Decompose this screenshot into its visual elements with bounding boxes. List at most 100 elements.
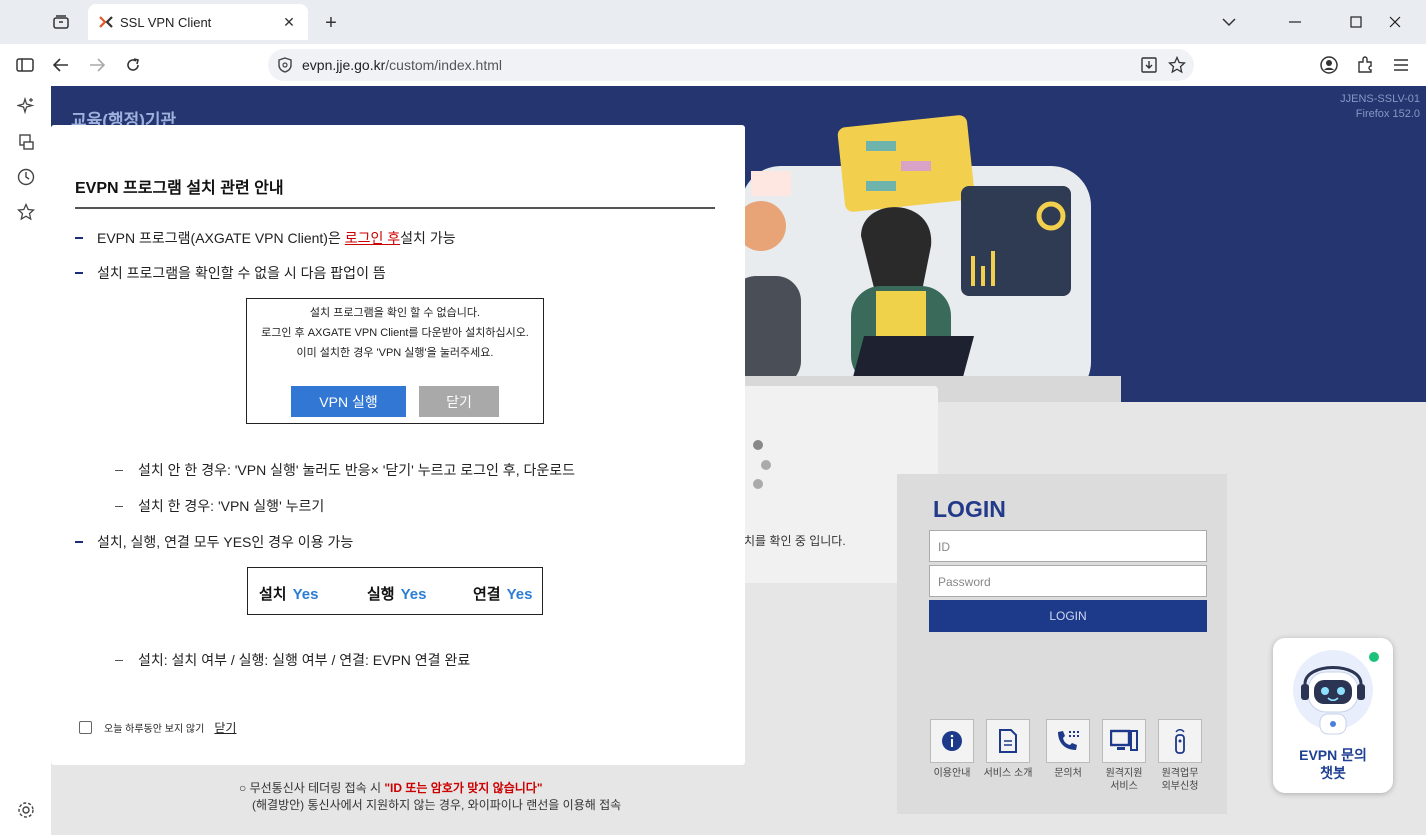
service-remote-work[interactable]: 원격업무 외부신청 xyxy=(1157,719,1203,793)
extensions-icon[interactable] xyxy=(1352,52,1378,78)
service-label-line: 서비스 xyxy=(1110,781,1138,792)
status-label: 연결 xyxy=(473,586,501,603)
sub-dash xyxy=(115,469,123,471)
sub-text: 설치 한 경우: 'VPN 실행' 누르기 xyxy=(138,498,325,514)
bookmark-star-icon[interactable] xyxy=(1166,54,1188,76)
url-text: evpn.jje.go.kr/custom/index.html xyxy=(302,57,502,73)
browser-sidebar xyxy=(0,86,51,835)
service-label: 서비스 소개 xyxy=(983,768,1033,779)
menu-hamburger-icon[interactable] xyxy=(1388,52,1414,78)
reload-icon[interactable] xyxy=(120,52,146,78)
bullet-text-post: 설치 가능 xyxy=(400,230,456,246)
login-button[interactable]: LOGIN xyxy=(929,600,1207,632)
service-info[interactable]: 이용안내 xyxy=(929,719,975,780)
status-sample: 설치 Yes 실행 Yes 연결 Yes xyxy=(247,567,543,615)
service-label-line: 원격지원 xyxy=(1105,768,1143,779)
sample-popup-buttons: VPN 실행 닫기 xyxy=(247,386,543,417)
active-tab[interactable]: SSL VPN Client ✕ xyxy=(88,4,308,40)
bookmarks-star-icon[interactable] xyxy=(14,200,38,224)
phone-icon xyxy=(1046,719,1090,763)
hero-info-line2: Firefox 152.0 xyxy=(1355,108,1420,120)
modal-title: EVPN 프로그램 설치 관련 안내 xyxy=(75,180,284,197)
dont-show-today-checkbox[interactable] xyxy=(79,721,92,734)
ai-sparkle-icon[interactable] xyxy=(14,94,38,118)
bullet-text: EVPN 프로그램(AXGATE VPN Client)은 로그인 후설치 가능 xyxy=(97,228,456,248)
notice-line-2: (해결방안) 통신사에서 지원하지 않는 경우, 와이파이나 랜선을 이용해 접… xyxy=(252,798,622,812)
minimize-icon[interactable] xyxy=(1280,8,1310,36)
chatbot-widget[interactable]: EVPN 문의 챗봇 xyxy=(1273,638,1393,793)
install-guide-modal: EVPN 프로그램 설치 관련 안내 EVPN 프로그램(AXGATE VPN … xyxy=(51,125,745,765)
download-icon[interactable] xyxy=(1138,54,1160,76)
hero-client-info: JJENS-SSLV-01 Firefox 152.0 xyxy=(1340,92,1420,122)
popup-line: 이미 설치한 경우 'VPN 실행'을 눌러주세요. xyxy=(296,347,494,359)
browser-toolbar: evpn.jje.go.kr/custom/index.html xyxy=(0,44,1426,86)
popup-line: 설치 프로그램을 확인 할 수 없습니다. xyxy=(309,307,481,319)
account-icon[interactable] xyxy=(1316,52,1342,78)
login-title: LOGIN xyxy=(933,496,1006,522)
after-login-link: 로그인 후 xyxy=(344,230,401,246)
loading-dot xyxy=(753,479,763,489)
status-install: 설치 Yes xyxy=(259,583,318,604)
id-input[interactable]: ID xyxy=(929,530,1207,562)
settings-gear-icon[interactable] xyxy=(14,798,38,822)
service-intro[interactable]: 서비스 소개 xyxy=(984,719,1032,780)
new-tab-icon[interactable]: + xyxy=(318,10,344,36)
tab-close-icon[interactable]: ✕ xyxy=(280,13,298,31)
chatbot-label-line2: 챗봇 xyxy=(1320,765,1346,781)
document-icon xyxy=(986,719,1030,763)
tab-list-icon[interactable] xyxy=(48,10,74,34)
bullet-login-required: EVPN 프로그램(AXGATE VPN Client)은 로그인 후설치 가능 xyxy=(75,228,456,248)
hero-info-line1: JJENS-SSLV-01 xyxy=(1340,93,1420,105)
status-run: 실행 Yes xyxy=(367,583,426,604)
bullet-dash xyxy=(75,541,83,543)
sample-popup: 설치 프로그램을 확인 할 수 없습니다. 로그인 후 AXGATE VPN C… xyxy=(246,298,544,424)
site-info-shield-icon[interactable] xyxy=(276,56,294,74)
url-path: /custom/index.html xyxy=(385,57,502,73)
address-bar[interactable]: evpn.jje.go.kr/custom/index.html xyxy=(268,49,1194,81)
chatbot-label-line1: EVPN 문의 xyxy=(1299,747,1367,763)
sidebar-toggle-icon[interactable] xyxy=(12,52,38,78)
notice-prefix: ○ 무선통신사 테더링 접속 시 xyxy=(239,781,385,795)
status-value: Yes xyxy=(400,586,427,603)
notice-line-1: ○ 무선통신사 테더링 접속 시 "ID 또는 암호가 맞지 않습니다" xyxy=(239,779,543,796)
bullet-all-yes: 설치, 실행, 연결 모두 YES인 경우 이용 가능 xyxy=(75,532,353,552)
status-value: Yes xyxy=(292,586,319,603)
loading-dot xyxy=(753,440,763,450)
info-icon xyxy=(930,719,974,763)
maximize-icon[interactable] xyxy=(1341,8,1371,36)
history-clock-icon[interactable] xyxy=(14,165,38,189)
bullet-text: 설치 프로그램을 확인할 수 없을 시 다음 팝업이 뜸 xyxy=(97,265,386,281)
bullet-dash xyxy=(75,272,83,274)
tab-search-chevron-icon[interactable] xyxy=(1214,8,1244,36)
service-remote-support[interactable]: 원격지원서비스 xyxy=(1101,719,1147,793)
status-label: 실행 xyxy=(367,586,395,603)
browser-titlebar: SSL VPN Client ✕ + xyxy=(0,0,1426,44)
url-host: evpn.jje.go.kr xyxy=(302,57,386,73)
bullet-text-pre: EVPN 프로그램(AXGATE VPN Client)은 xyxy=(97,230,345,246)
close-window-icon[interactable] xyxy=(1380,8,1410,36)
service-contact[interactable]: 문의처 xyxy=(1045,719,1091,780)
sub-status-legend: 설치: 설치 여부 / 실행: 실행 여부 / 연결: EVPN 연결 완료 xyxy=(115,650,470,670)
loading-text: 치를 확인 중 입니다. xyxy=(744,534,846,548)
sub-not-installed: 설치 안 한 경우: 'VPN 실행' 눌러도 반응× '닫기' 누르고 로그인… xyxy=(115,460,575,480)
bullet-popup-notice: 설치 프로그램을 확인할 수 없을 시 다음 팝업이 뜸 xyxy=(75,263,386,283)
tab-title: SSL VPN Client xyxy=(120,14,212,30)
sub-text: 설치: 설치 여부 / 실행: 실행 여부 / 연결: EVPN 연결 완료 xyxy=(138,652,471,668)
chatbot-label: EVPN 문의 챗봇 xyxy=(1273,746,1393,782)
modal-close-link[interactable]: 닫기 xyxy=(214,719,236,736)
back-icon[interactable] xyxy=(48,52,74,78)
robot-avatar-icon xyxy=(1293,650,1373,735)
status-connect: 연결 Yes xyxy=(473,583,532,604)
bullet-text: 설치, 실행, 연결 모두 YES인 경우 이용 가능 xyxy=(97,534,354,550)
notice-highlight: "ID 또는 암호가 맞지 않습니다" xyxy=(384,781,543,795)
sub-text: 설치 안 한 경우: 'VPN 실행' 눌러도 반응× '닫기' 누르고 로그인… xyxy=(138,462,575,478)
modal-divider xyxy=(75,207,715,209)
password-input[interactable]: Password xyxy=(929,565,1207,597)
forward-icon[interactable] xyxy=(84,52,110,78)
service-label-line: 원격업무 xyxy=(1161,768,1199,779)
sub-dash xyxy=(115,505,123,507)
popup-line: 로그인 후 AXGATE VPN Client를 다운받아 설치하십시오. xyxy=(261,327,529,339)
popup-close-button[interactable]: 닫기 xyxy=(419,386,499,417)
vpn-run-button[interactable]: VPN 실행 xyxy=(291,386,406,417)
synced-tabs-icon[interactable] xyxy=(14,130,38,154)
